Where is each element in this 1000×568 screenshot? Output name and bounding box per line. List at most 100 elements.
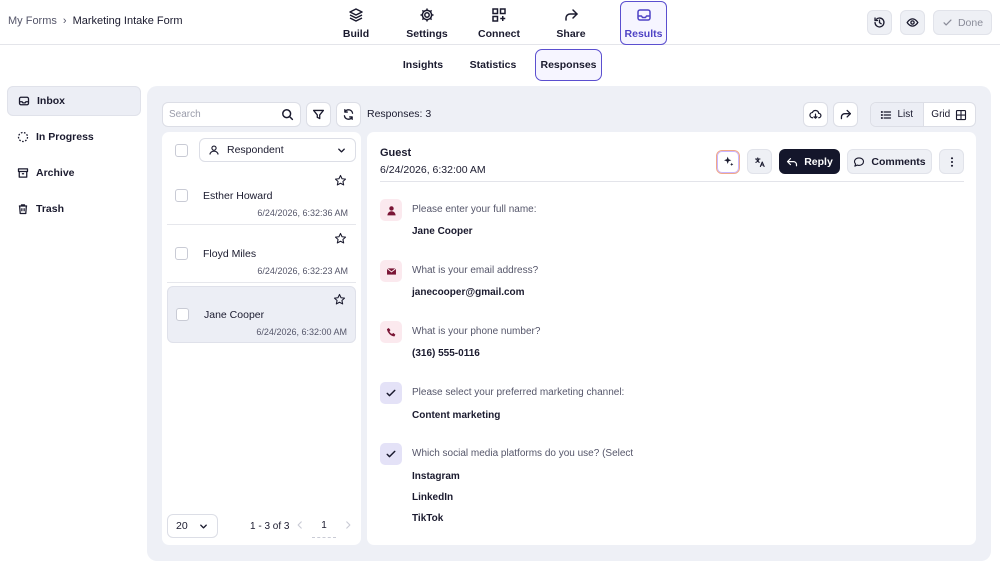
tab-responses[interactable]: Responses xyxy=(535,49,602,81)
reply-button[interactable]: Reply xyxy=(779,149,840,174)
nav-build[interactable]: Build xyxy=(332,3,380,43)
view-list-button[interactable]: List xyxy=(871,103,924,126)
chevron-down-icon xyxy=(200,524,207,528)
sidebar-item-trash[interactable]: Trash xyxy=(7,194,141,224)
question-text: Which social media platforms do you use?… xyxy=(412,448,634,459)
sidebar-item-archive[interactable]: Archive xyxy=(7,158,141,188)
share-response-button[interactable] xyxy=(833,102,858,127)
search-input[interactable] xyxy=(169,109,269,120)
top-bar: My Forms › Marketing Intake Form Build S… xyxy=(0,0,1000,45)
sub-tabs: Insights Statistics Responses xyxy=(0,49,1000,81)
search-box xyxy=(162,102,301,127)
reply-label: Reply xyxy=(804,155,833,168)
pagination: 20 1 - 3 of 3 1 xyxy=(162,507,361,545)
question-text: What is your email address? xyxy=(412,265,539,276)
star-icon[interactable] xyxy=(334,232,347,245)
page-number[interactable]: 1 xyxy=(312,514,336,538)
reply-icon xyxy=(787,157,798,166)
response-date: 6/24/2026, 6:32:23 AM xyxy=(257,266,348,276)
tab-insights[interactable]: Insights xyxy=(397,49,449,81)
share-arrow-icon xyxy=(840,109,852,120)
refresh-button[interactable] xyxy=(336,102,361,127)
page-range: 1 - 3 of 3 xyxy=(250,521,290,532)
respondent-name: Jane Cooper xyxy=(204,309,265,321)
list-item[interactable]: Esther Howard 6/24/2026, 6:32:36 AM xyxy=(167,168,356,225)
check-icon xyxy=(380,382,402,404)
inbox-icon xyxy=(18,96,30,106)
list-header: Respondent xyxy=(162,132,361,167)
phone-icon xyxy=(380,321,402,343)
chevron-down-icon xyxy=(338,148,345,152)
page-size-select[interactable]: 20 xyxy=(167,514,218,538)
breadcrumb-current: Marketing Intake Form xyxy=(72,15,183,27)
layers-icon xyxy=(349,8,363,22)
gear-icon xyxy=(420,8,434,22)
trash-icon xyxy=(18,204,28,215)
answer-text: Content marketing xyxy=(412,410,501,421)
nav-share[interactable]: Share xyxy=(547,3,595,43)
list-item[interactable]: Floyd Miles 6/24/2026, 6:32:23 AM xyxy=(167,226,356,283)
refresh-icon xyxy=(343,108,354,121)
history-button[interactable] xyxy=(867,10,892,35)
select-all-checkbox[interactable] xyxy=(175,144,188,157)
tab-statistics[interactable]: Statistics xyxy=(464,49,522,81)
ai-summary-button[interactable] xyxy=(716,149,740,174)
question-text: What is your phone number? xyxy=(412,326,541,337)
connect-grid-icon xyxy=(492,8,506,22)
progress-icon xyxy=(17,131,29,143)
more-vertical-icon xyxy=(950,156,953,167)
share-arrow-icon xyxy=(565,9,578,21)
view-toggle: List Grid xyxy=(870,102,976,127)
person-icon xyxy=(209,145,219,155)
main-panel: Responses: 3 List Grid Respondent xyxy=(147,86,991,561)
sidebar-item-label: Inbox xyxy=(37,95,65,107)
sidebar-item-label: In Progress xyxy=(36,131,94,143)
list-icon xyxy=(881,110,892,119)
respondent-select[interactable]: Respondent xyxy=(199,138,356,162)
more-options-button[interactable] xyxy=(939,149,964,174)
nav-settings-label: Settings xyxy=(406,28,448,40)
star-icon[interactable] xyxy=(333,293,346,306)
filter-button[interactable] xyxy=(306,102,331,127)
answer-text: janecooper@gmail.com xyxy=(412,287,525,298)
comments-button[interactable]: Comments xyxy=(847,149,932,174)
done-button[interactable]: Done xyxy=(933,10,992,35)
chevron-right-icon[interactable] xyxy=(343,520,353,530)
respondent-name: Floyd Miles xyxy=(203,248,257,260)
sidebar-item-in-progress[interactable]: In Progress xyxy=(7,122,141,152)
breadcrumb-my-forms[interactable]: My Forms xyxy=(8,15,57,27)
eye-icon xyxy=(906,18,919,27)
nav-settings[interactable]: Settings xyxy=(403,3,451,43)
row-checkbox[interactable] xyxy=(175,247,188,260)
question-text: Please enter your full name: xyxy=(412,204,537,215)
row-checkbox[interactable] xyxy=(176,308,189,321)
comment-icon xyxy=(854,156,865,167)
grid-icon xyxy=(956,109,967,120)
row-checkbox[interactable] xyxy=(175,189,188,202)
translate-button[interactable] xyxy=(747,149,772,174)
view-grid-button[interactable]: Grid xyxy=(924,103,976,126)
answer-text: TikTok xyxy=(412,513,444,524)
nav-share-label: Share xyxy=(556,28,586,40)
nav-build-label: Build xyxy=(342,28,370,40)
responses-list: Respondent Esther Howard 6/24/2026, 6:32… xyxy=(162,132,361,545)
detail-header: Guest 6/24/2026, 6:32:00 AM Reply Commen… xyxy=(380,132,964,182)
answer-text: Jane Cooper xyxy=(412,226,473,237)
responses-toolbar: Responses: 3 List Grid xyxy=(162,101,976,127)
top-actions: Done xyxy=(867,10,992,35)
view-list-label: List xyxy=(897,109,914,120)
sidebar-item-label: Trash xyxy=(36,203,65,215)
list-item[interactable]: Jane Cooper 6/24/2026, 6:32:00 AM xyxy=(167,286,356,343)
sidebar-item-inbox[interactable]: Inbox xyxy=(7,86,141,116)
star-icon[interactable] xyxy=(334,174,347,187)
download-button[interactable] xyxy=(803,102,828,127)
chevron-left-icon[interactable] xyxy=(295,520,305,530)
archive-icon xyxy=(17,168,29,178)
cloud-download-icon xyxy=(809,109,822,119)
breadcrumb: My Forms › Marketing Intake Form xyxy=(8,15,183,27)
preview-button[interactable] xyxy=(900,10,925,35)
nav-results[interactable]: Results xyxy=(620,1,667,45)
nav-connect-label: Connect xyxy=(478,28,520,40)
search-icon[interactable] xyxy=(281,108,294,121)
nav-connect[interactable]: Connect xyxy=(475,3,523,43)
